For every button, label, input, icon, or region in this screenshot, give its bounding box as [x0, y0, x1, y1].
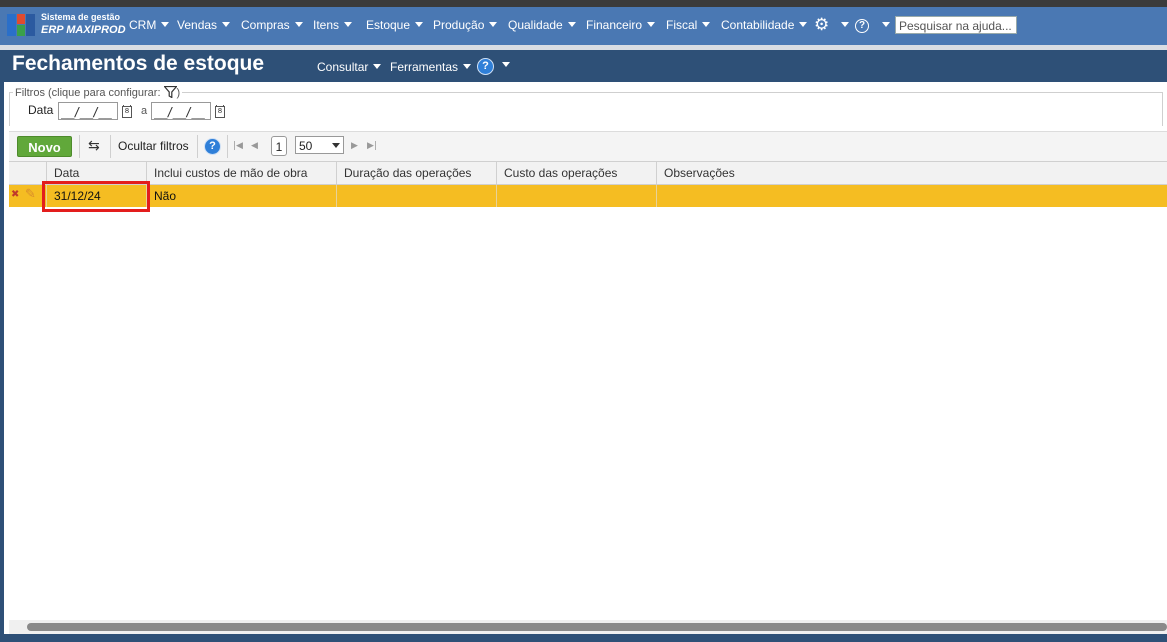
table-row[interactable]: ✖ ✎ 31/12/24 Não [9, 185, 1167, 207]
cell-inclui-custos[interactable]: Não [146, 185, 336, 207]
menu-compras[interactable]: Compras [241, 18, 303, 32]
toolbar-divider [227, 135, 228, 158]
menu-estoque[interactable]: Estoque [366, 18, 424, 32]
grid-toolbar: Novo ⇆ Ocultar filtros ? |◀ ◀ 1 50 ▶ ▶| [9, 131, 1167, 161]
menu-qualidade[interactable]: Qualidade [508, 18, 576, 32]
logo-icon[interactable] [7, 14, 35, 36]
toolbar-divider [79, 135, 80, 158]
page-help[interactable]: ? [477, 58, 510, 75]
page-titlebar: Fechamentos de estoque Consultar Ferrame… [4, 50, 1167, 82]
page-size-select[interactable]: 50 [295, 136, 344, 154]
help-search-input[interactable]: Pesquisar na ajuda... [895, 16, 1017, 34]
chevron-down-icon [222, 22, 231, 27]
filters-legend[interactable]: Filtros (clique para configurar:) [13, 86, 183, 99]
horizontal-scrollbar[interactable] [9, 620, 1167, 634]
chevron-down-icon [332, 143, 340, 148]
chevron-down-icon [373, 64, 382, 69]
brand-subtitle: Sistema de gestão [41, 12, 121, 22]
cell-duracao[interactable] [336, 185, 496, 207]
help-icon[interactable]: ? [204, 138, 221, 155]
help-icon[interactable]: ? [477, 58, 494, 75]
date-to-input[interactable]: __/__/__ [151, 102, 211, 120]
chevron-down-icon [344, 22, 353, 27]
grid-header: Data Inclui custos de mão de obra Duraçã… [9, 161, 1167, 185]
left-frame-border [0, 50, 4, 642]
cell-observacoes[interactable] [656, 185, 1167, 207]
chevron-down-icon [567, 22, 576, 27]
date-from-input[interactable]: __/__/__ [58, 102, 118, 120]
chevron-down-icon [702, 22, 711, 27]
column-header-observacoes[interactable]: Observações [656, 162, 1167, 184]
chevron-down-icon [294, 22, 303, 27]
calendar-icon[interactable]: 8 [215, 105, 225, 118]
delete-icon[interactable]: ✖ [11, 190, 19, 200]
bottom-frame-border [0, 634, 1167, 642]
next-page-icon[interactable]: ▶ [351, 141, 358, 151]
date-filter-label: Data [28, 103, 54, 117]
date-range-separator: a [141, 105, 148, 117]
grid-help-button[interactable]: ? [204, 138, 221, 155]
chevron-down-icon [799, 22, 808, 27]
edit-icon[interactable]: ✎ [25, 188, 36, 201]
menu-itens[interactable]: Itens [313, 18, 353, 32]
refresh-icon[interactable]: ⇆ [88, 139, 100, 153]
hide-filters-button[interactable]: Ocultar filtros [118, 139, 189, 153]
brand-name: ERP MAXIPROD [41, 24, 126, 36]
menu-producao[interactable]: Produção [433, 18, 498, 32]
menu-contabilidade[interactable]: Contabilidade [721, 18, 808, 32]
calendar-icon[interactable]: 8 [122, 105, 132, 118]
toolbar-divider [110, 135, 111, 158]
gear-icon[interactable]: ⚙ [814, 17, 829, 34]
actions-column-header [9, 162, 46, 184]
menu-financeiro[interactable]: Financeiro [586, 18, 656, 32]
ferramentas-menu[interactable]: Ferramentas [390, 60, 472, 74]
top-strip [0, 0, 1167, 7]
page-number-input[interactable]: 1 [271, 136, 287, 156]
menu-crm[interactable]: CRM [129, 18, 170, 32]
consultar-menu[interactable]: Consultar [317, 60, 382, 74]
cell-custo[interactable] [496, 185, 656, 207]
menu-fiscal[interactable]: Fiscal [666, 18, 711, 32]
new-button[interactable]: Novo [17, 136, 72, 157]
filter-icon[interactable] [163, 86, 177, 98]
last-page-icon[interactable]: ▶| [367, 141, 377, 151]
chevron-down-icon [161, 22, 170, 27]
main-navbar: Sistema de gestão ERP MAXIPROD CRM Venda… [0, 7, 1167, 45]
menu-vendas[interactable]: Vendas [177, 18, 231, 32]
help-chevron-down-icon[interactable] [882, 22, 890, 27]
toolbar-divider [197, 135, 198, 158]
column-header-inclui-custos[interactable]: Inclui custos de mão de obra [146, 162, 336, 184]
highlight-annotation [42, 181, 150, 212]
chevron-down-icon [647, 22, 656, 27]
chevron-down-icon[interactable] [502, 62, 510, 67]
chevron-down-icon [415, 22, 424, 27]
prev-page-icon[interactable]: ◀ [251, 141, 258, 151]
chevron-down-icon [463, 64, 472, 69]
first-page-icon[interactable]: |◀ [233, 141, 243, 151]
chevron-down-icon [489, 22, 498, 27]
column-header-duracao[interactable]: Duração das operações [336, 162, 496, 184]
page-title: Fechamentos de estoque [12, 52, 265, 75]
column-header-custo[interactable]: Custo das operações [496, 162, 656, 184]
scrollbar-thumb[interactable] [27, 623, 1167, 631]
settings-chevron-down-icon[interactable] [841, 22, 849, 27]
help-circle-icon[interactable]: ? [855, 19, 869, 33]
